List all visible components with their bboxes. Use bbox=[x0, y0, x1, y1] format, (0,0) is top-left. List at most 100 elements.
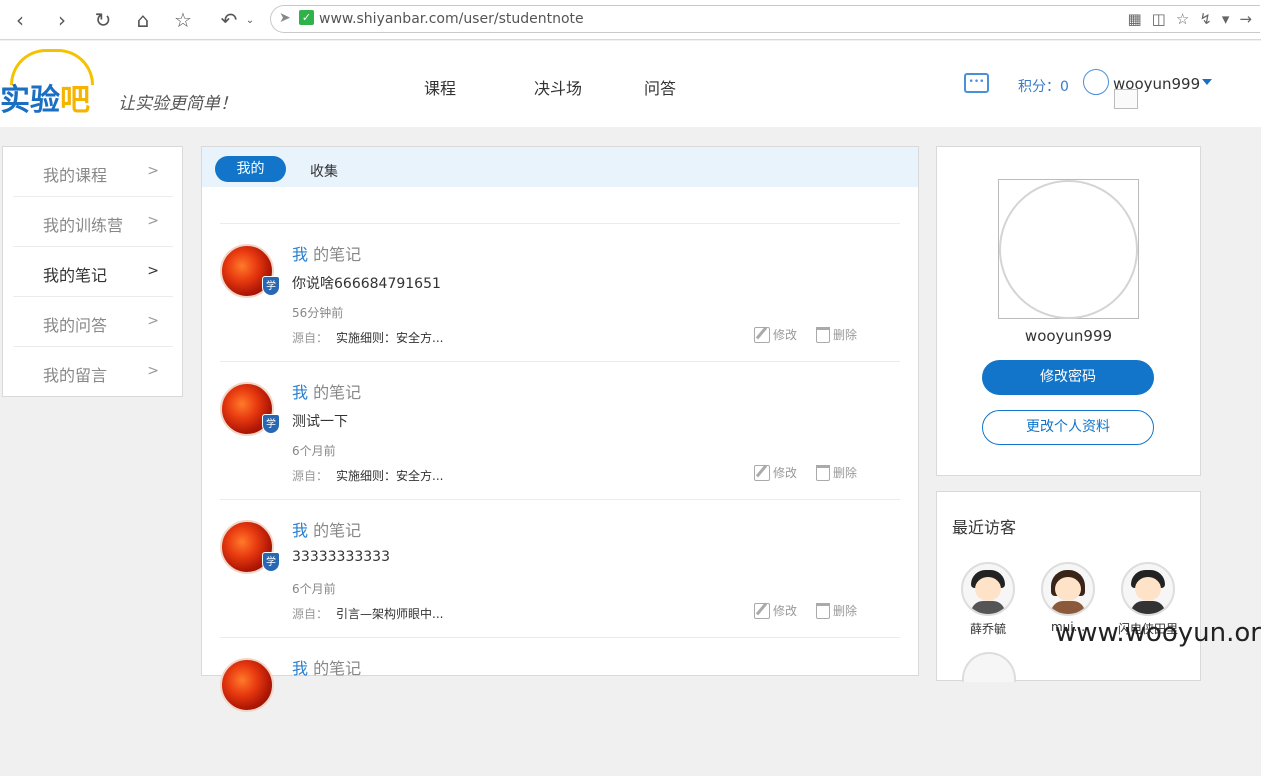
sidebar-item-label: 我的课程 bbox=[43, 166, 108, 185]
note-content: 测试一下 bbox=[292, 414, 348, 430]
logo-text-a: 实验 bbox=[0, 83, 60, 118]
browser-toolbar: ‹ › ↻ ⌂ ☆ ↶ ⌄ ➤ ✓ www.shiyanbar.com/user… bbox=[0, 0, 1261, 40]
tab-mine[interactable]: 我的 bbox=[215, 156, 286, 182]
address-bar[interactable]: ➤ ✓ www.shiyanbar.com/user/studentnote ▦… bbox=[270, 5, 1260, 33]
chevron-down-icon[interactable] bbox=[1202, 79, 1212, 85]
translate-icon[interactable]: ◫ bbox=[1152, 10, 1166, 28]
delete-button[interactable]: 删除 bbox=[816, 602, 857, 619]
note-author-link[interactable]: 我 bbox=[292, 245, 308, 264]
chevron-down-icon[interactable]: ▾ bbox=[1222, 10, 1230, 28]
edit-button[interactable]: 修改 bbox=[754, 602, 797, 619]
note-source: 源自： 引言—架构师眼中... bbox=[292, 605, 443, 622]
visitor-avatar bbox=[961, 562, 1015, 616]
forward-icon[interactable]: › bbox=[48, 6, 76, 34]
url-text[interactable]: www.shiyanbar.com/user/studentnote bbox=[319, 11, 584, 27]
note-source: 源自： 实施细则：安全方... bbox=[292, 329, 443, 346]
edit-icon bbox=[754, 464, 770, 481]
note-time: 6个月前 bbox=[292, 582, 336, 596]
back-icon[interactable]: ‹ bbox=[6, 6, 34, 34]
source-link[interactable]: 引言—架构师眼中... bbox=[336, 607, 443, 621]
tab-favorites[interactable]: 收集 bbox=[310, 161, 338, 181]
sidebar-item-label: 我的留言 bbox=[43, 366, 108, 385]
trash-icon bbox=[816, 464, 830, 481]
sidebar-item-messages[interactable]: 我的留言 > bbox=[13, 347, 173, 397]
visitor-avatar[interactable] bbox=[962, 652, 1016, 682]
note-item: 学 我 的笔记 33333333333 6个月前 源自： 引言—架构师眼中... … bbox=[220, 500, 900, 638]
profile-avatar[interactable] bbox=[998, 179, 1139, 319]
note-title: 我 的笔记 bbox=[292, 655, 361, 679]
delete-button[interactable]: 删除 bbox=[816, 464, 857, 481]
profile-username: wooyun999 bbox=[1024, 327, 1113, 345]
message-icon[interactable]: ••• bbox=[964, 73, 989, 93]
avatar[interactable] bbox=[220, 658, 274, 712]
note-item: 学 我 的笔记 测试一下 6个月前 源自： 实施细则：安全方... 修改 删除 bbox=[220, 362, 900, 500]
chevron-right-icon: > bbox=[147, 313, 159, 329]
sidebar-item-notes[interactable]: 我的笔记 > bbox=[13, 247, 173, 297]
edit-label: 修改 bbox=[773, 466, 798, 480]
secure-check-icon: ✓ bbox=[299, 10, 314, 25]
chevron-right-icon: > bbox=[147, 163, 159, 179]
note-title-text: 的笔记 bbox=[308, 383, 362, 402]
nav-duel[interactable]: 决斗场 bbox=[534, 75, 582, 99]
delete-label: 删除 bbox=[833, 466, 858, 480]
sidebar-item-camp[interactable]: 我的训练营 > bbox=[13, 197, 173, 247]
delete-button[interactable]: 删除 bbox=[816, 326, 857, 343]
note-source: 源自： 实施细则：安全方... bbox=[292, 467, 443, 484]
user-avatar[interactable] bbox=[1083, 69, 1109, 95]
undo-dropdown-icon[interactable]: ⌄ bbox=[236, 6, 264, 34]
source-link[interactable]: 实施细则：安全方... bbox=[336, 331, 443, 345]
broken-image-icon bbox=[1114, 89, 1138, 109]
delete-label: 删除 bbox=[833, 328, 858, 342]
site-logo[interactable]: 实验吧 bbox=[0, 75, 90, 119]
bookmark-star-icon[interactable]: ☆ bbox=[169, 6, 197, 34]
favorite-star-icon[interactable]: ☆ bbox=[1176, 10, 1189, 28]
change-password-button[interactable]: 修改密码 bbox=[982, 360, 1154, 395]
sidebar: 我的课程 > 我的训练营 > 我的笔记 > 我的问答 > 我的留言 > bbox=[2, 146, 183, 397]
qr-code-icon[interactable]: ▦ bbox=[1127, 10, 1141, 28]
avatar-circle bbox=[999, 180, 1138, 319]
edit-button[interactable]: 修改 bbox=[754, 326, 797, 343]
trash-icon bbox=[816, 602, 830, 619]
note-title: 我 的笔记 bbox=[292, 379, 361, 403]
visitor-item[interactable]: 薛乔毓 bbox=[958, 562, 1018, 637]
student-badge-icon: 学 bbox=[262, 276, 280, 296]
slogan: 让实验更简单！ bbox=[118, 94, 237, 114]
delete-label: 删除 bbox=[833, 604, 858, 618]
reload-icon[interactable]: ↻ bbox=[89, 6, 117, 34]
note-title-text: 的笔记 bbox=[308, 245, 362, 264]
edit-label: 修改 bbox=[773, 328, 798, 342]
arrow-right-icon[interactable]: → bbox=[1239, 10, 1252, 28]
edit-profile-button[interactable]: 更改个人资料 bbox=[982, 410, 1154, 445]
rocket-icon: ➤ bbox=[279, 10, 291, 26]
tab-bar: 我的 收集 bbox=[202, 147, 918, 187]
edit-label: 修改 bbox=[773, 604, 798, 618]
chevron-right-icon: > bbox=[147, 263, 159, 279]
visitors-title: 最近访客 bbox=[952, 518, 1017, 537]
lightning-icon[interactable]: ↯ bbox=[1199, 10, 1212, 28]
sidebar-item-courses[interactable]: 我的课程 > bbox=[13, 147, 173, 197]
chevron-right-icon: > bbox=[147, 213, 159, 229]
note-content: 33333333333 bbox=[292, 549, 390, 565]
logo-text-b: 吧 bbox=[60, 83, 90, 118]
sidebar-item-label: 我的笔记 bbox=[43, 266, 108, 285]
note-author-link[interactable]: 我 bbox=[292, 521, 308, 540]
student-badge-icon: 学 bbox=[262, 414, 280, 434]
source-label: 源自： bbox=[292, 469, 329, 483]
nav-courses[interactable]: 课程 bbox=[424, 75, 456, 99]
watermark: www.wooyun.org bbox=[1055, 618, 1261, 648]
nav-qa[interactable]: 问答 bbox=[644, 75, 676, 99]
source-link[interactable]: 实施细则：安全方... bbox=[336, 469, 443, 483]
profile-card: wooyun999 修改密码 更改个人资料 bbox=[936, 146, 1201, 476]
home-icon[interactable]: ⌂ bbox=[129, 6, 157, 34]
note-author-link[interactable]: 我 bbox=[292, 383, 308, 402]
note-title-text: 的笔记 bbox=[308, 521, 362, 540]
sidebar-item-qa[interactable]: 我的问答 > bbox=[13, 297, 173, 347]
note-title: 我 的笔记 bbox=[292, 517, 361, 541]
edit-icon bbox=[754, 602, 770, 619]
note-time: 56分钟前 bbox=[292, 306, 344, 320]
note-item: 我 的笔记 bbox=[220, 638, 900, 776]
source-label: 源自： bbox=[292, 331, 329, 345]
visitor-name: 薛乔毓 bbox=[969, 622, 1006, 636]
points-display: 积分：0 bbox=[1018, 79, 1069, 95]
edit-button[interactable]: 修改 bbox=[754, 464, 797, 481]
